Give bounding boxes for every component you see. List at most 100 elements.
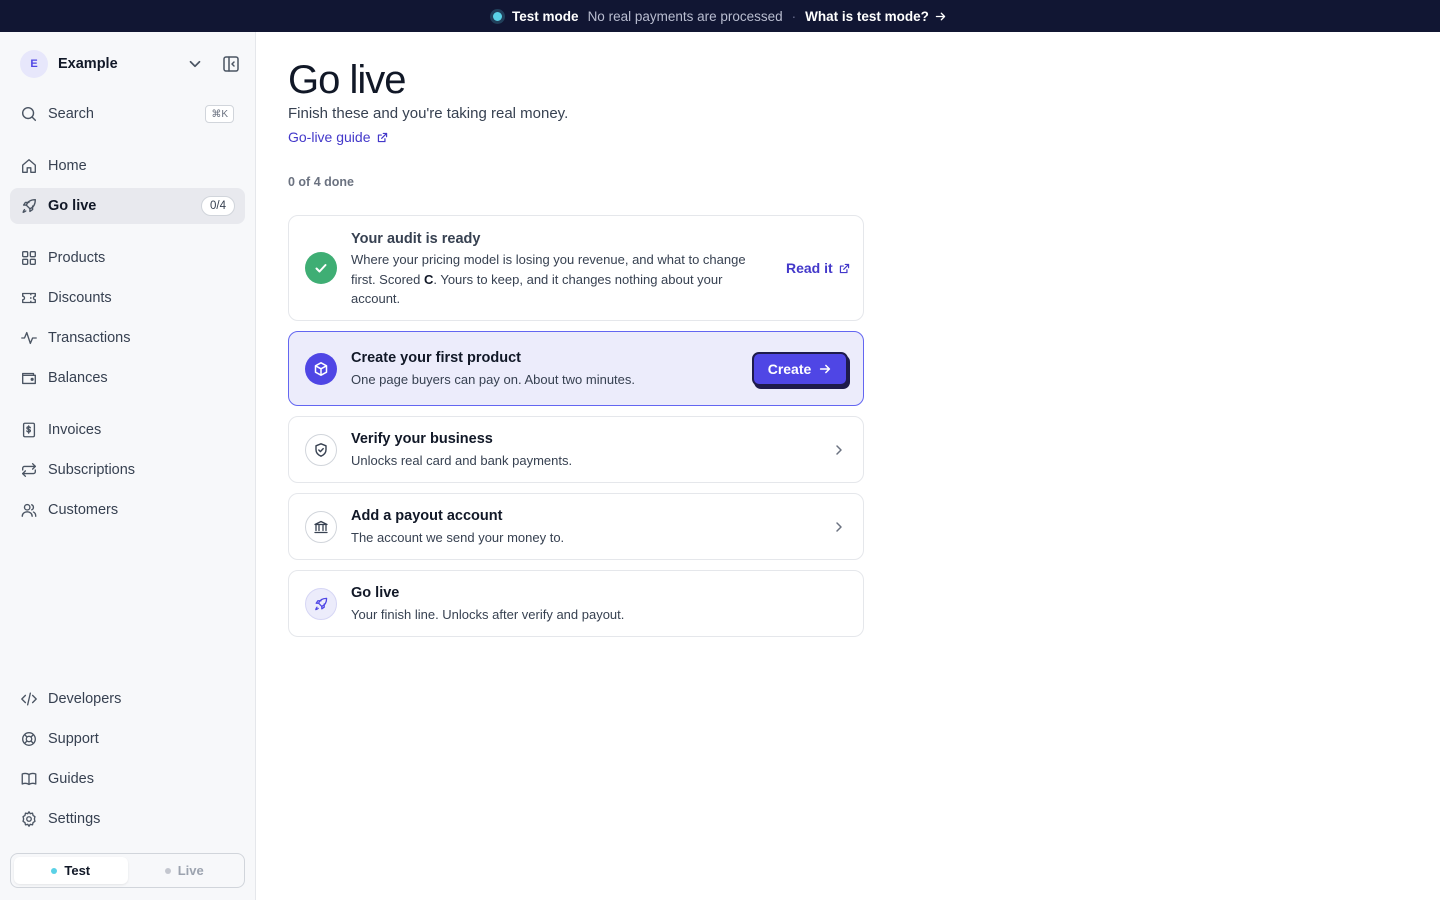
mode-live-option[interactable]: Live	[128, 857, 242, 884]
progress-count: 0 of 4 done	[288, 175, 354, 189]
sidebar-item-developers[interactable]: Developers	[10, 681, 245, 717]
sidebar-item-label: Customers	[48, 502, 119, 518]
sidebar-item-label: Home	[48, 158, 87, 174]
task-go-live: Go live Your finish line. Unlocks after …	[288, 570, 864, 637]
sidebar-item-products[interactable]: Products	[10, 240, 245, 276]
go-live-guide-label: Go-live guide	[288, 129, 371, 145]
sidebar-collapse-icon[interactable]	[221, 54, 241, 74]
sidebar-item-label: Settings	[48, 811, 101, 827]
test-mode-indicator	[493, 11, 503, 21]
live-dot	[164, 867, 171, 874]
search-shortcut: ⌘K	[205, 105, 234, 123]
task-description: The account we send your money to.	[351, 530, 565, 545]
task-create-product: Create your first product One page buyer…	[288, 331, 864, 406]
sidebar-item-invoices[interactable]: Invoices	[10, 412, 245, 448]
invoice-icon	[22, 422, 36, 438]
task-description: Unlocks real card and bank payments.	[351, 453, 573, 468]
task-icon-wrap	[305, 511, 337, 543]
workspace-name: Example	[58, 56, 118, 72]
task-title: Verify your business	[351, 431, 493, 447]
task-icon-wrap	[305, 434, 337, 466]
sidebar-item-label: Support	[48, 731, 99, 747]
sidebar-item-go-live[interactable]: Go live 0/4	[10, 188, 245, 224]
bank-icon	[314, 520, 328, 534]
page-subtitle: Finish these and you're taking real mone…	[288, 105, 569, 122]
grid-icon	[22, 251, 36, 265]
task-icon-wrap	[305, 588, 337, 620]
go-live-progress-badge: 0/4	[201, 196, 235, 216]
sidebar-item-transactions[interactable]: Transactions	[10, 320, 245, 356]
repeat-icon	[22, 463, 36, 477]
users-icon	[21, 503, 37, 517]
sidebar-item-guides[interactable]: Guides	[10, 761, 245, 797]
sidebar-item-home[interactable]: Home	[10, 148, 245, 184]
workspace-avatar: E	[20, 50, 48, 78]
sidebar-item-label: Transactions	[48, 330, 131, 346]
test-mode-note: No real payments are processed	[587, 8, 783, 24]
read-audit-link[interactable]: Read it	[786, 260, 851, 276]
workspace-switcher[interactable]: E Example	[20, 50, 240, 78]
task-icon-wrap	[305, 353, 337, 385]
rocket-icon	[22, 199, 36, 213]
rocket-icon	[315, 597, 328, 611]
audit-card: Your audit is ready Where your pricing m…	[288, 215, 864, 321]
sidebar-item-customers[interactable]: Customers	[10, 492, 245, 528]
chevron-right-icon	[836, 522, 842, 532]
arrow-right-icon	[935, 12, 946, 20]
sidebar-item-subscriptions[interactable]: Subscriptions	[10, 452, 245, 488]
audit-title: Your audit is ready	[351, 231, 481, 247]
create-product-button[interactable]: Create	[752, 352, 848, 386]
sidebar-item-support[interactable]: Support	[10, 721, 245, 757]
test-mode-help-label: What is test mode?	[805, 8, 929, 24]
book-icon	[21, 772, 37, 786]
task-description: One page buyers can pay on. About two mi…	[351, 372, 636, 387]
shield-check-icon	[315, 443, 327, 457]
sidebar-item-label: Guides	[48, 771, 94, 787]
test-mode-help-link[interactable]: What is test mode?	[805, 9, 947, 24]
external-link-icon	[839, 263, 849, 273]
sidebar-item-label: Developers	[48, 691, 122, 707]
search-button[interactable]: Search ⌘K	[10, 98, 244, 130]
create-button-label: Create	[767, 361, 812, 377]
activity-icon	[21, 331, 37, 345]
sidebar-item-balances[interactable]: Balances	[10, 360, 245, 396]
chevron-right-icon	[836, 445, 842, 455]
search-icon	[21, 106, 37, 122]
lifebuoy-icon	[22, 732, 36, 746]
read-audit-label: Read it	[786, 260, 833, 276]
page-title: Go live	[288, 58, 406, 102]
task-payout-account[interactable]: Add a payout account The account we send…	[288, 493, 864, 560]
task-title: Create your first product	[351, 350, 521, 366]
ticket-icon	[22, 292, 36, 304]
search-label: Search	[48, 106, 94, 122]
task-title: Add a payout account	[351, 508, 503, 524]
test-dot	[51, 867, 58, 874]
audit-score: C	[423, 271, 434, 287]
chevron-down-icon[interactable]	[186, 55, 204, 73]
code-icon	[21, 692, 37, 706]
banner-separator: ·	[791, 8, 797, 24]
sidebar-item-label: Invoices	[48, 422, 102, 438]
mode-test-option[interactable]: Test	[14, 857, 128, 884]
mode-switch: Test Live	[10, 853, 245, 888]
go-live-guide-link[interactable]: Go-live guide	[288, 129, 389, 145]
sidebar-item-label: Go live	[48, 198, 97, 214]
arrow-right-icon	[820, 364, 831, 374]
external-link-icon	[377, 132, 387, 142]
sidebar-item-label: Discounts	[48, 290, 112, 306]
mode-test-label: Test	[64, 863, 91, 878]
sidebar: E Example Search ⌘K Home Go live 0/4 Pro…	[0, 32, 256, 900]
sidebar-item-discounts[interactable]: Discounts	[10, 280, 245, 316]
task-verify-business[interactable]: Verify your business Unlocks real card a…	[288, 416, 864, 483]
task-title: Go live	[351, 585, 400, 601]
sidebar-item-settings[interactable]: Settings	[10, 801, 245, 837]
check-icon	[315, 264, 327, 273]
sidebar-item-label: Balances	[48, 370, 108, 386]
audit-status	[305, 252, 337, 284]
wallet-icon	[22, 372, 36, 385]
audit-description: Where your pricing model is losing you r…	[351, 250, 771, 309]
test-mode-banner: Test mode No real payments are processed…	[0, 0, 1440, 32]
home-icon	[22, 159, 36, 173]
test-mode-label: Test mode	[512, 8, 579, 24]
sidebar-item-label: Products	[48, 250, 106, 266]
